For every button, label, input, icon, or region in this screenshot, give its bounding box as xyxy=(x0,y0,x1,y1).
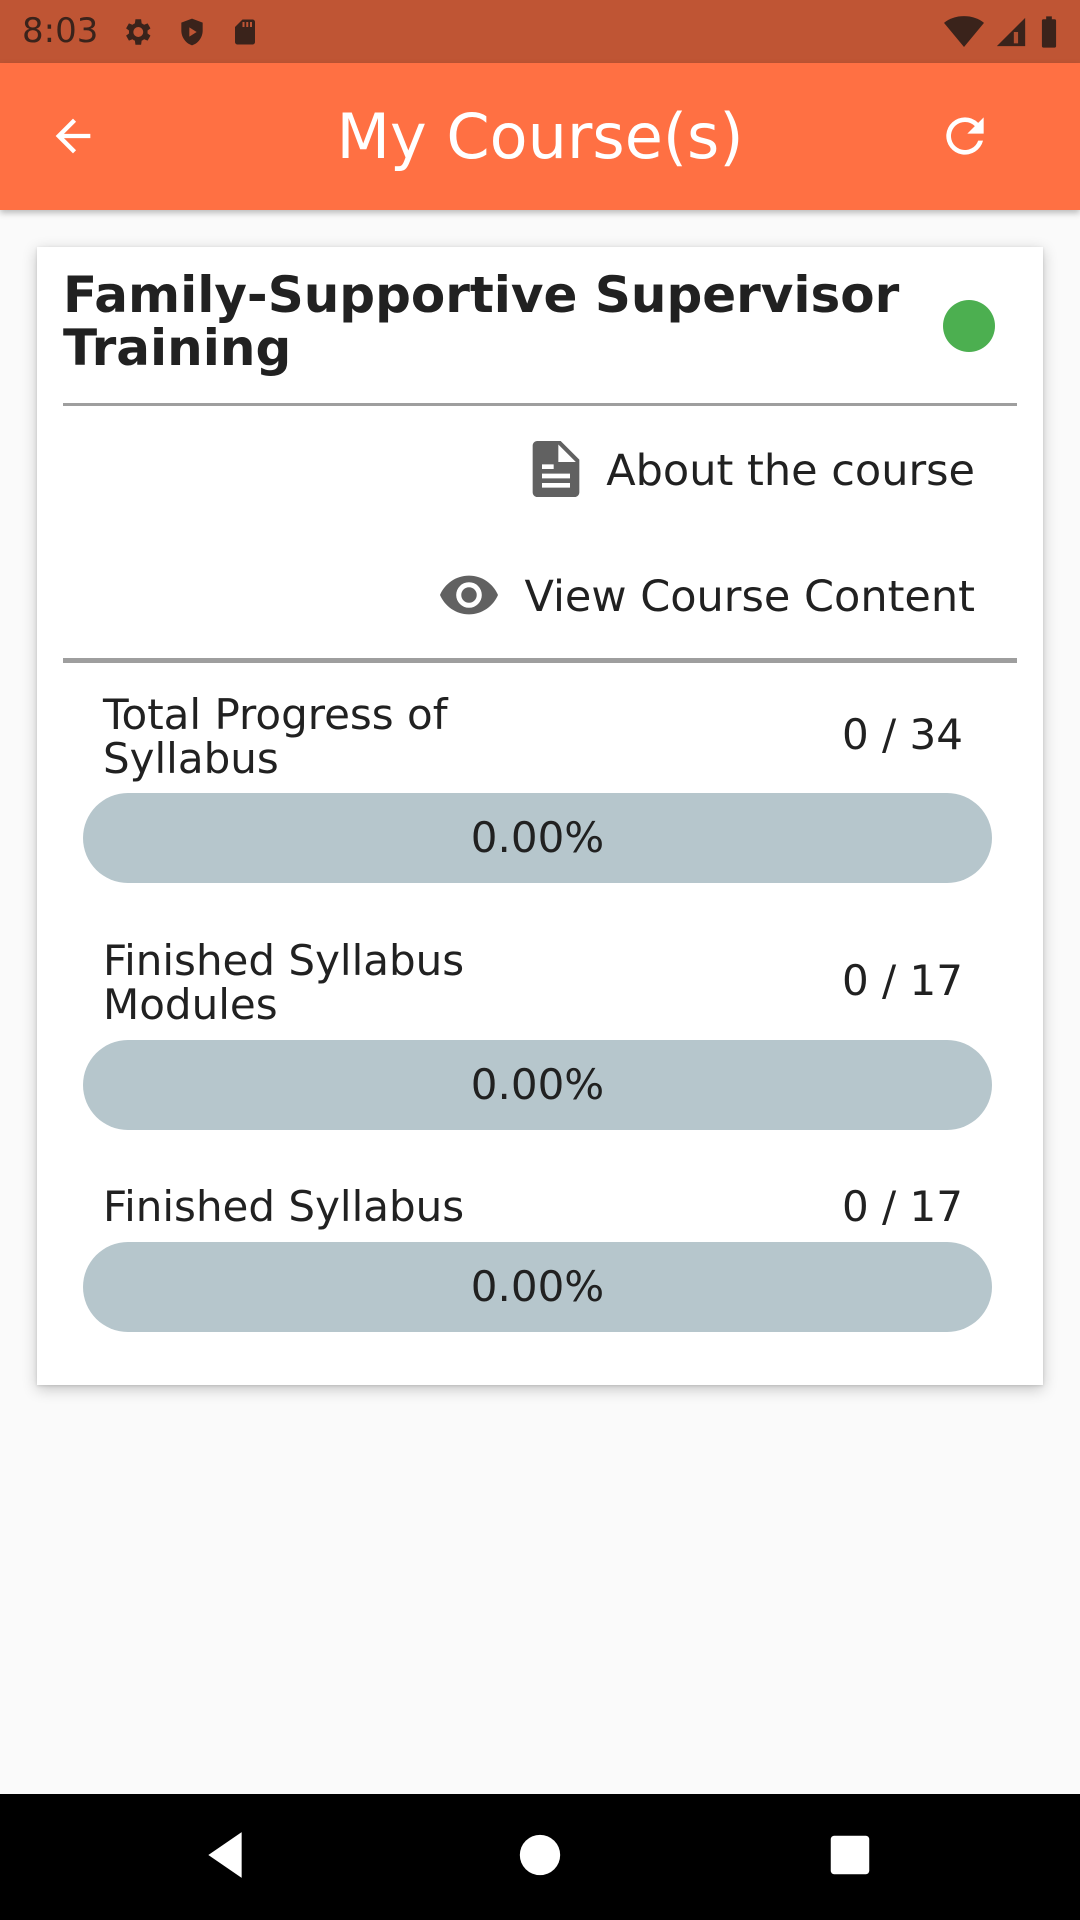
finished-syllabus-percent: 0.00% xyxy=(470,1262,605,1311)
home-circle-icon xyxy=(518,1833,562,1881)
finished-modules-progress-bar: 0.00% xyxy=(83,1040,992,1130)
view-course-content-label: View Course Content xyxy=(524,572,975,622)
finished-modules-label: Finished Syllabus Modules xyxy=(103,936,465,1029)
finished-modules-percent: 0.00% xyxy=(470,1060,605,1109)
status-right-icons xyxy=(944,14,1060,50)
refresh-button[interactable] xyxy=(930,103,1000,173)
divider xyxy=(63,403,1017,406)
total-progress-label: Total Progress of Syllabus xyxy=(103,690,448,783)
status-bar: 8:03 xyxy=(0,0,1080,63)
wifi-icon xyxy=(944,15,984,49)
nav-back-button[interactable] xyxy=(190,1822,260,1892)
page-title: My Course(s) xyxy=(336,100,744,173)
document-icon xyxy=(532,441,580,501)
app-bar: My Course(s) xyxy=(0,63,1080,210)
finished-modules-count: 0 / 17 xyxy=(841,956,963,1005)
total-progress-percent: 0.00% xyxy=(470,813,605,862)
settings-icon xyxy=(120,15,154,49)
back-button[interactable] xyxy=(38,103,108,173)
shield-play-icon xyxy=(176,15,208,49)
finished-syllabus-count: 0 / 17 xyxy=(841,1182,963,1231)
back-triangle-icon xyxy=(203,1830,247,1884)
battery-icon xyxy=(1038,15,1060,49)
eye-icon xyxy=(440,575,499,619)
course-title: Family-Supportive Supervisor Training xyxy=(63,266,900,377)
arrow-back-icon xyxy=(47,110,99,166)
total-progress-bar: 0.00% xyxy=(83,793,992,883)
about-course-button[interactable]: About the course xyxy=(532,439,975,503)
finished-syllabus-label: Finished Syllabus xyxy=(103,1182,465,1231)
nav-home-button[interactable] xyxy=(505,1822,575,1892)
course-card[interactable]: Family-Supportive Supervisor Training Ab… xyxy=(37,247,1043,1385)
divider xyxy=(63,658,1017,663)
navigation-bar xyxy=(0,1794,1080,1920)
about-course-label: About the course xyxy=(606,446,975,496)
cell-signal-icon xyxy=(994,15,1028,49)
status-left-icons xyxy=(120,14,260,50)
view-course-content-button[interactable]: View Course Content xyxy=(440,565,975,629)
course-status-indicator xyxy=(943,300,995,352)
finished-syllabus-progress-bar: 0.00% xyxy=(83,1242,992,1332)
total-progress-count: 0 / 34 xyxy=(841,710,963,759)
nav-recents-button[interactable] xyxy=(815,1822,885,1892)
refresh-icon xyxy=(937,108,993,168)
status-time: 8:03 xyxy=(22,11,99,51)
sd-card-icon xyxy=(230,15,260,49)
recents-square-icon xyxy=(829,1834,871,1880)
